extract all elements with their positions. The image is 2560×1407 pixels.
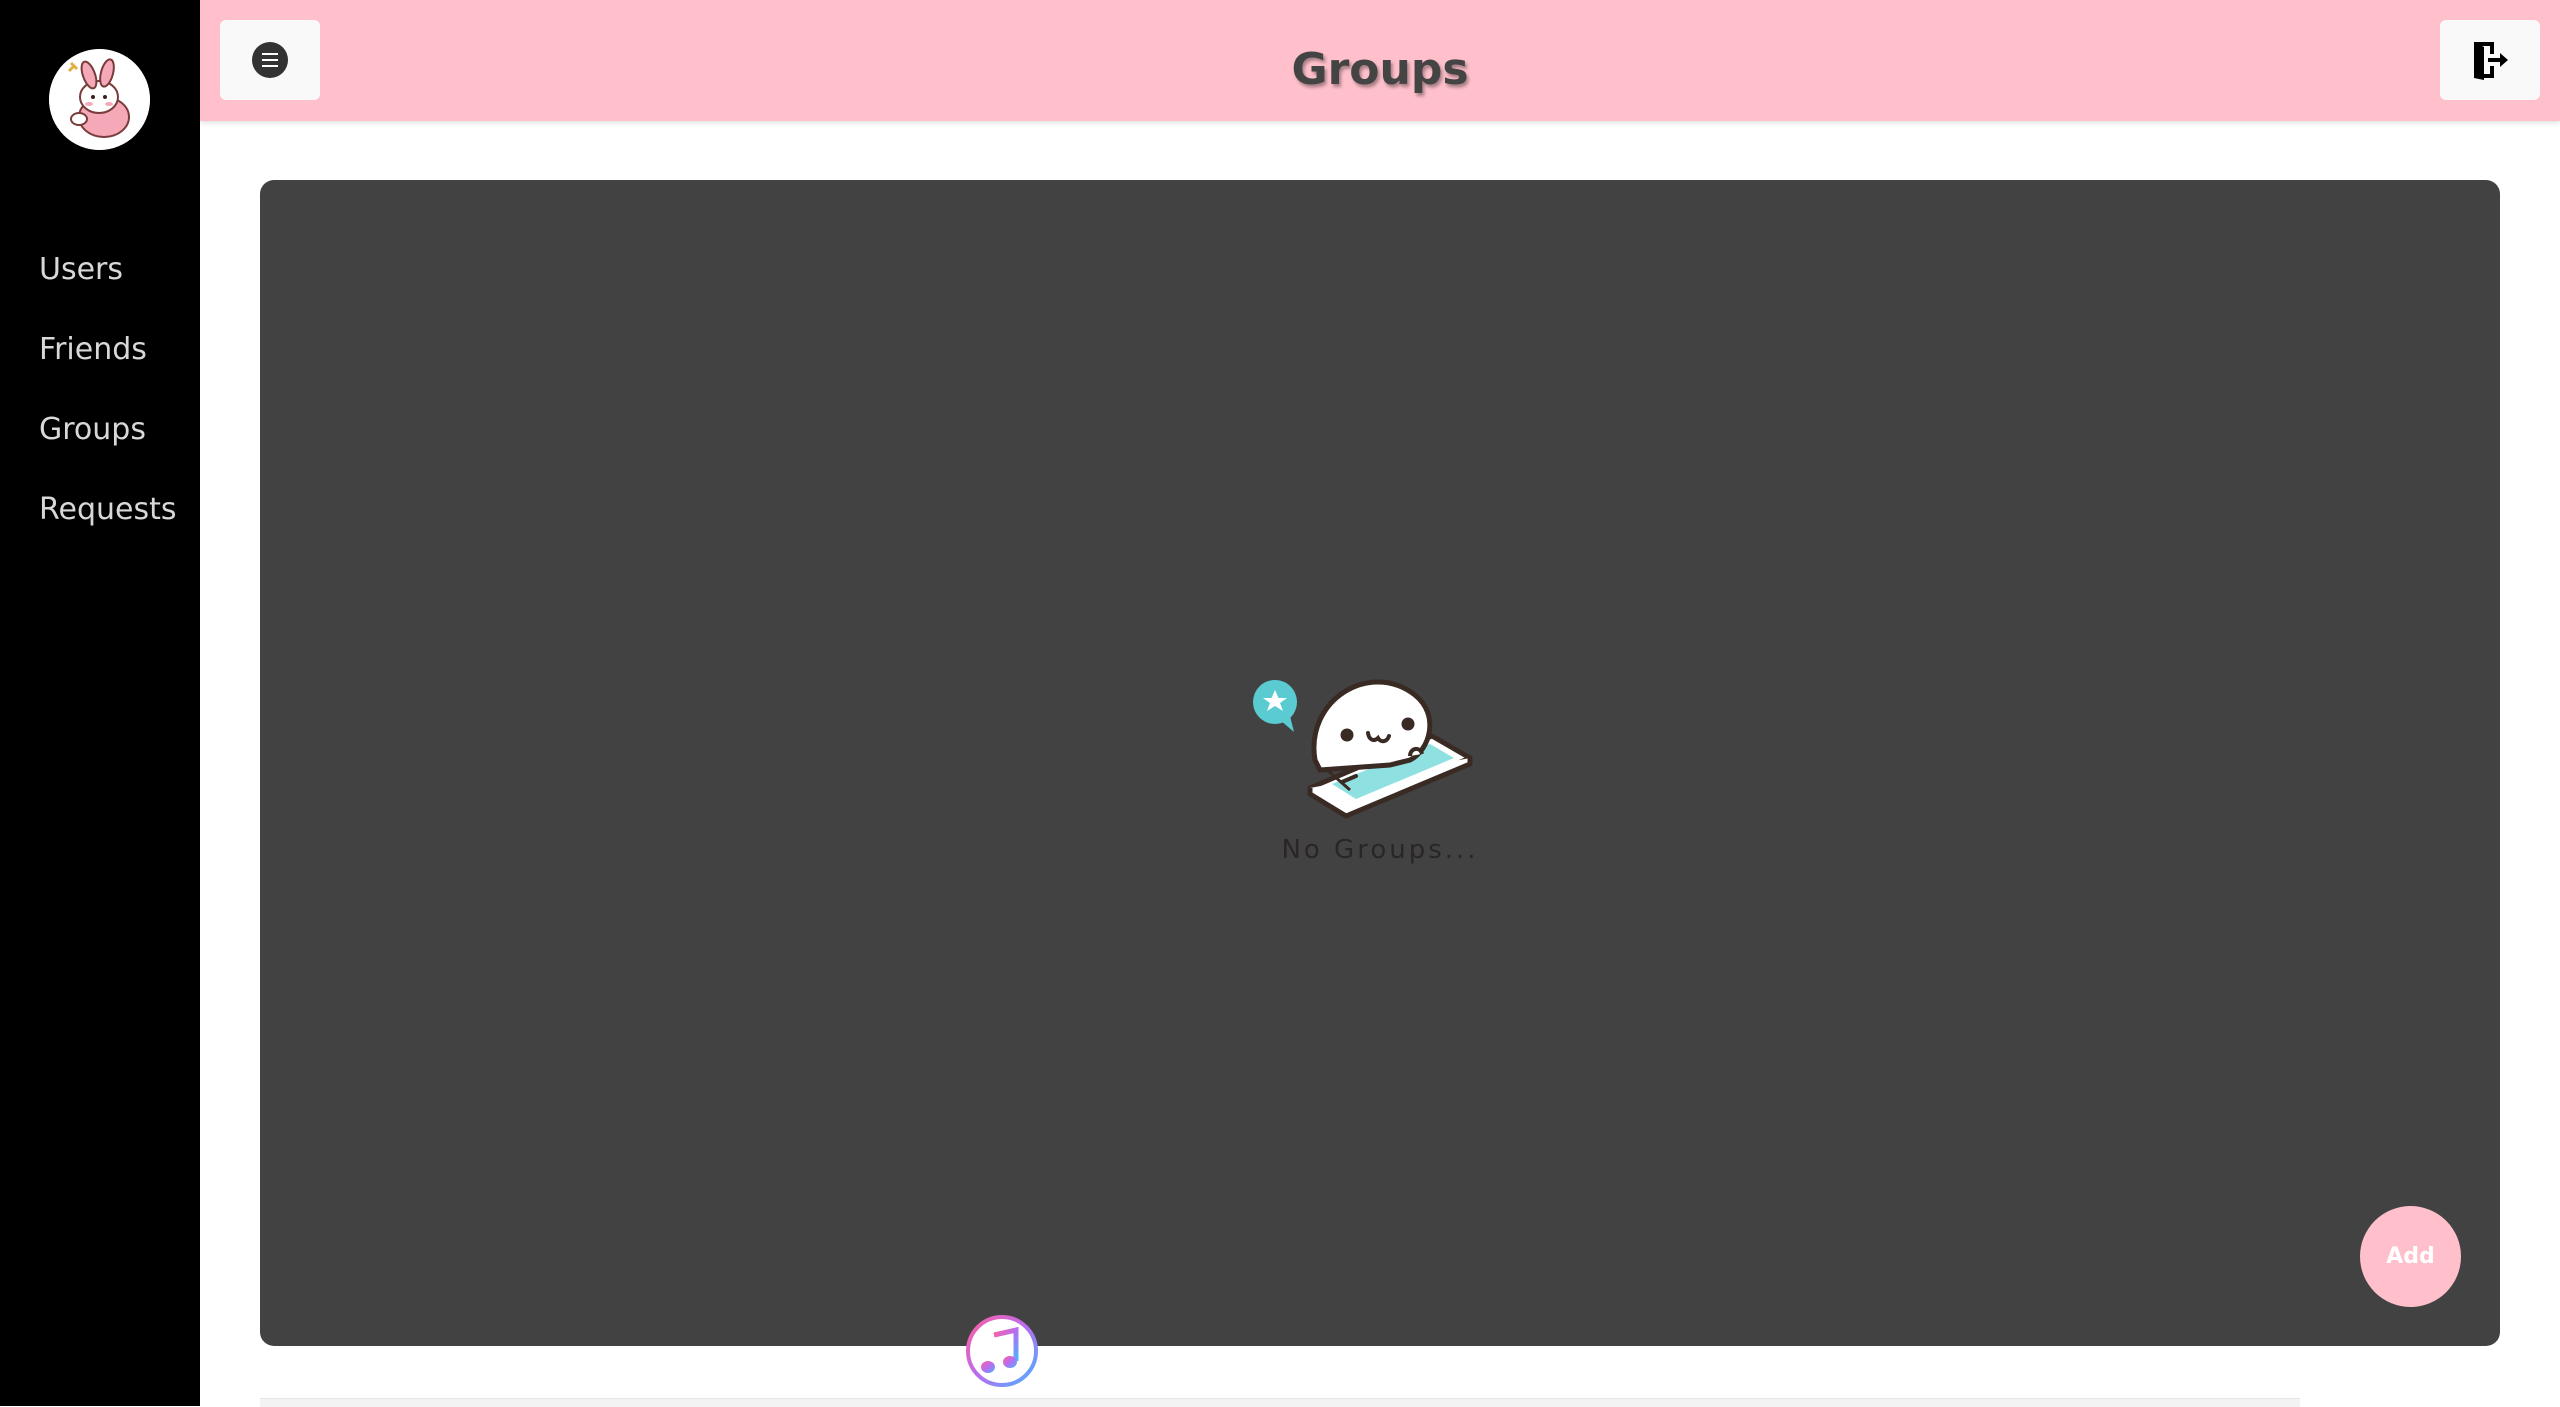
- logout-button[interactable]: [2440, 20, 2540, 100]
- sidebar-item-users[interactable]: Users: [0, 230, 200, 310]
- add-group-button[interactable]: Add: [2360, 1206, 2461, 1307]
- exit-door-icon: [2474, 42, 2508, 80]
- empty-state-text: No Groups...: [1281, 835, 1479, 865]
- sidebar-nav: Users Friends Groups Requests: [0, 230, 200, 550]
- empty-state: No Groups...: [260, 180, 2500, 1346]
- bunny-avatar-icon: [49, 49, 150, 150]
- page-title: Groups: [1291, 44, 1469, 95]
- music-note-app-icon[interactable]: [966, 1315, 1038, 1387]
- groups-panel: No Groups...: [260, 180, 2500, 1346]
- sidebar-item-groups[interactable]: Groups: [0, 390, 200, 470]
- seal-on-phone-illustration: [1253, 679, 1473, 819]
- sidebar-item-friends[interactable]: Friends: [0, 310, 200, 390]
- sidebar: Users Friends Groups Requests: [0, 0, 200, 1406]
- sidebar-item-requests[interactable]: Requests: [0, 470, 200, 550]
- header: Groups: [200, 0, 2560, 121]
- page-title-container: Groups: [200, 0, 2560, 121]
- avatar[interactable]: [49, 49, 150, 150]
